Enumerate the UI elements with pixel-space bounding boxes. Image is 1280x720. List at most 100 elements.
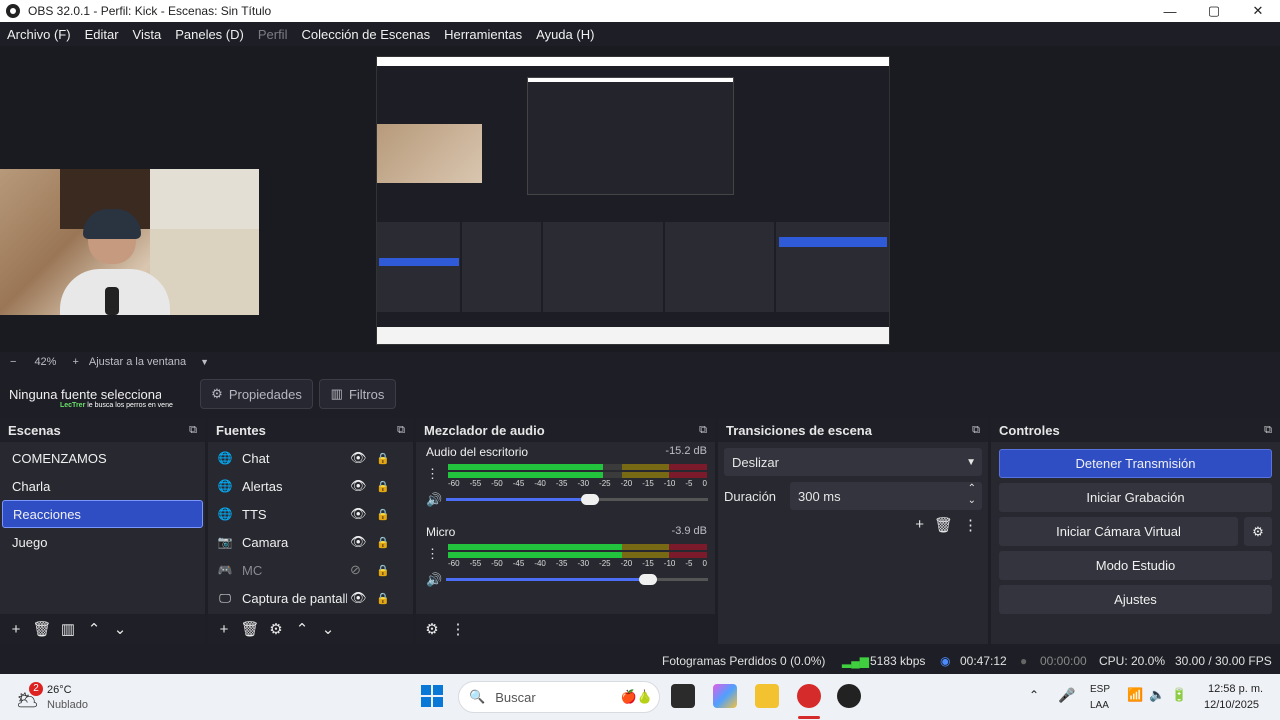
menu-vista[interactable]: Vista	[126, 27, 169, 42]
source-item[interactable]: 🌐 Chat 👁 🔒	[208, 444, 413, 472]
menu-archivo[interactable]: Archivo (F)	[0, 27, 78, 42]
scene-item-selected[interactable]: Reacciones	[2, 500, 203, 528]
source-label: TTS	[242, 506, 267, 522]
filter-icon[interactable]: ▥	[58, 620, 78, 638]
scene-item[interactable]: Charla	[2, 472, 203, 500]
meter-yellow-zone	[622, 464, 669, 470]
add-icon[interactable]: +	[214, 621, 234, 638]
kebab-menu-icon[interactable]: ⋮	[426, 546, 439, 562]
scene-item[interactable]: Juego	[2, 528, 203, 556]
menu-coleccion-escenas[interactable]: Colección de Escenas	[294, 27, 437, 42]
source-item[interactable]: 🖵 Captura de pantalla 👁 🔒	[208, 584, 413, 612]
volume-slider[interactable]	[446, 494, 708, 505]
filters-button[interactable]: ▥ Filtros	[319, 379, 396, 409]
keyboard-layout[interactable]: LAA	[1090, 700, 1109, 711]
float-dock-icon[interactable]: ⧉	[972, 424, 980, 437]
copilot-icon[interactable]	[713, 684, 737, 708]
lock-icon[interactable]: 🔒	[376, 480, 390, 493]
record-icon: ●	[1020, 654, 1028, 668]
lock-icon[interactable]: 🔒	[376, 452, 390, 465]
speaker-icon[interactable]: 🔊	[426, 492, 442, 508]
studio-mode-button[interactable]: Modo Estudio	[999, 551, 1272, 580]
fps: 30.00 / 30.00 FPS	[1175, 654, 1272, 668]
virtual-camera-gear-icon[interactable]: ⚙	[1244, 517, 1272, 546]
start-virtual-camera-button[interactable]: Iniciar Cámara Virtual	[999, 517, 1238, 546]
monitor-icon: 🖵	[219, 590, 231, 605]
source-item[interactable]: 🎮 MC ⊘ 🔒	[208, 556, 413, 584]
float-dock-icon[interactable]: ⧉	[397, 424, 405, 437]
lock-icon[interactable]: 🔒	[376, 508, 390, 521]
duration-input[interactable]: 300 ms ⌃ ⌄	[790, 482, 982, 510]
close-button[interactable]: ✕	[1236, 0, 1280, 22]
add-transition-icon[interactable]: +	[915, 516, 924, 534]
stop-stream-button[interactable]: Detener Transmisión	[999, 449, 1272, 478]
kebab-menu-icon[interactable]: ⋮	[426, 466, 439, 482]
obs-app-icon[interactable]	[837, 684, 861, 708]
chevron-up-icon[interactable]: ⌃	[1029, 688, 1039, 702]
maximize-button[interactable]: ▢	[1192, 0, 1236, 22]
lock-icon[interactable]: 🔒	[376, 536, 390, 549]
clock-time[interactable]: 12:58 p. m.	[1208, 683, 1263, 695]
start-recording-button[interactable]: Iniciar Grabación	[999, 483, 1272, 512]
eye-icon[interactable]: 👁	[350, 590, 367, 606]
move-down-icon[interactable]: ⌄	[318, 620, 338, 638]
eye-hidden-icon[interactable]: ⊘	[350, 562, 361, 578]
taskbar-search[interactable]: 🔍 Buscar 🍎🍐	[458, 681, 660, 713]
scene-item[interactable]: COMENZAMOS	[2, 444, 203, 472]
browser-app-icon[interactable]	[797, 684, 821, 708]
menu-herramientas[interactable]: Herramientas	[437, 27, 529, 42]
preview-canvas[interactable]	[0, 46, 1280, 352]
stream-live-icon: ◉	[940, 654, 951, 668]
input-language[interactable]: ESP	[1090, 684, 1110, 695]
add-icon[interactable]: +	[6, 621, 26, 638]
trash-icon[interactable]: 🗑	[934, 516, 953, 534]
float-dock-icon[interactable]: ⧉	[189, 424, 197, 437]
volume-knob[interactable]	[638, 574, 657, 585]
volume-slider[interactable]	[446, 574, 708, 585]
task-view-icon[interactable]	[671, 684, 695, 708]
volume-knob[interactable]	[581, 494, 600, 505]
eye-icon[interactable]: 👁	[350, 506, 367, 522]
windows-start-icon[interactable]	[421, 685, 443, 707]
source-item[interactable]: 🌐 Alertas 👁 🔒	[208, 472, 413, 500]
kebab-menu-icon[interactable]: ⋮	[448, 620, 468, 638]
battery-icon[interactable]: 🔋	[1171, 687, 1187, 703]
menu-perfil[interactable]: Perfil	[251, 27, 295, 42]
menu-editar[interactable]: Editar	[78, 27, 126, 42]
properties-button[interactable]: ⚙ Propiedades	[200, 379, 313, 409]
transition-select[interactable]: Deslizar ▼	[724, 448, 982, 476]
gear-icon[interactable]: ⚙	[266, 620, 286, 638]
move-up-icon[interactable]: ⌃	[292, 620, 312, 638]
advanced-audio-gear-icon[interactable]: ⚙	[422, 620, 442, 638]
microphone-icon[interactable]: 🎤	[1058, 687, 1075, 704]
clock-date[interactable]: 12/10/2025	[1204, 699, 1259, 711]
settings-button[interactable]: Ajustes	[999, 585, 1272, 614]
move-up-icon[interactable]: ⌃	[84, 620, 104, 638]
wifi-icon[interactable]: 📶	[1127, 687, 1143, 703]
zoom-out-button[interactable]: −	[10, 356, 16, 368]
zoom-dropdown-icon[interactable]: ▼	[200, 357, 209, 367]
trash-icon[interactable]: 🗑	[240, 620, 260, 638]
menu-paneles[interactable]: Paneles (D)	[168, 27, 251, 42]
menu-ayuda[interactable]: Ayuda (H)	[529, 27, 601, 42]
float-dock-icon[interactable]: ⧉	[1264, 424, 1272, 437]
file-explorer-icon[interactable]	[755, 684, 779, 708]
volume-icon[interactable]: 🔈	[1149, 687, 1165, 703]
eye-icon[interactable]: 👁	[350, 450, 367, 466]
kebab-menu-icon[interactable]: ⋮	[963, 516, 978, 534]
zoom-fit-button[interactable]: Ajustar a la ventana	[89, 356, 186, 368]
eye-icon[interactable]: 👁	[350, 478, 367, 494]
move-down-icon[interactable]: ⌄	[110, 620, 130, 638]
lock-icon[interactable]: 🔒	[376, 564, 390, 577]
source-item[interactable]: 📷 Camara 👁 🔒	[208, 528, 413, 556]
spin-buttons-icon[interactable]: ⌃ ⌄	[968, 483, 976, 507]
zoom-in-button[interactable]: +	[72, 356, 78, 368]
lock-icon[interactable]: 🔒	[376, 592, 390, 605]
speaker-icon[interactable]: 🔊	[426, 572, 442, 588]
minimize-button[interactable]: —	[1148, 0, 1192, 22]
source-item[interactable]: 🌐 TTS 👁 🔒	[208, 500, 413, 528]
trash-icon[interactable]: 🗑	[32, 620, 52, 638]
meter-fill	[448, 544, 623, 550]
float-dock-icon[interactable]: ⧉	[699, 424, 707, 437]
eye-icon[interactable]: 👁	[350, 534, 367, 550]
